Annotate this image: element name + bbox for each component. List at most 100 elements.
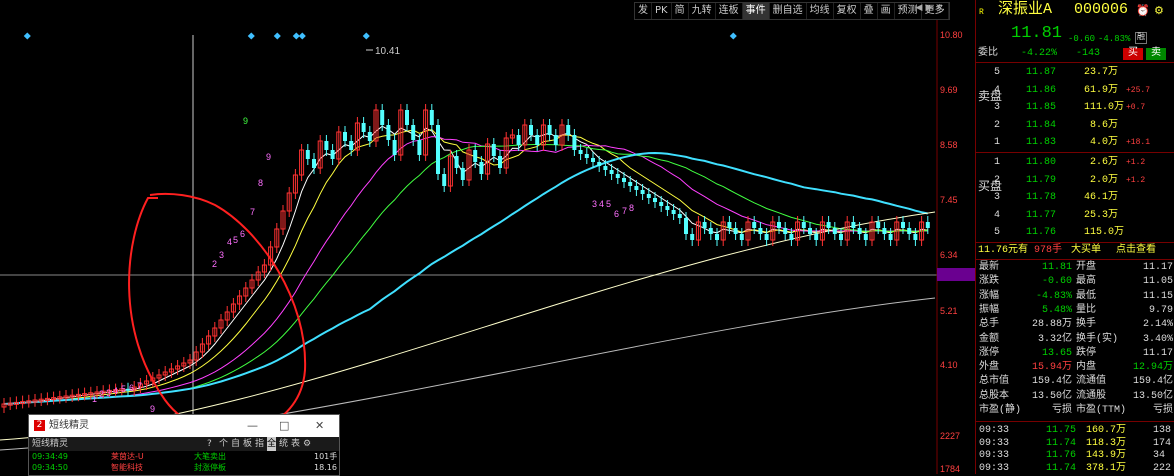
toolbar-item[interactable]: 叠 <box>861 3 878 19</box>
spirit-row[interactable]: 09:34:49 莱茵达-U 大笔卖出 101手 <box>29 451 339 462</box>
weicha-value: -143 <box>1076 48 1101 59</box>
toolbar-item[interactable]: PK <box>652 3 672 19</box>
close-icon[interactable]: ✕ <box>935 3 943 13</box>
sell-order-row[interactable]: 1 11.83 4.0万 +18.1 <box>976 136 1174 150</box>
toolbar-item[interactable]: 复权 <box>834 3 861 19</box>
candle-body <box>708 228 713 234</box>
settings-icon[interactable]: ⚙ <box>1154 5 1164 19</box>
toolbar-item[interactable]: 简 <box>672 3 689 19</box>
stat-row: 总市值 159.4亿 流通值 159.4亿 <box>976 375 1174 389</box>
price: 11.80 <box>1026 157 1057 168</box>
spirit-tab[interactable]: ⚙ <box>303 437 311 451</box>
event-marker[interactable] <box>298 32 306 40</box>
spirit-title: 短线精灵 <box>49 420 89 431</box>
candle-body <box>671 210 676 214</box>
candle-body <box>690 234 695 240</box>
toolbar-item[interactable]: 发 <box>635 3 652 19</box>
candle-body <box>888 234 893 240</box>
chevron-left-icon[interactable]: ◀ <box>915 3 923 13</box>
candle-body <box>324 141 329 150</box>
stat-label: 振幅 <box>979 304 999 316</box>
sell-button[interactable]: 卖 <box>1146 48 1166 60</box>
close-icon[interactable]: ✕ <box>315 415 324 437</box>
buy-button[interactable]: 买 <box>1123 48 1143 60</box>
big-buy-label: 大买单 <box>1071 245 1101 256</box>
buy-order-row[interactable]: 5 11.76 115.0万 <box>976 226 1174 240</box>
chevron-right-icon[interactable]: ▶ <box>925 3 933 13</box>
svg-text:10.41: 10.41 <box>375 46 400 57</box>
buy-order-row[interactable]: 2 11.79 2.0万 +1.2 <box>976 174 1174 188</box>
candle-body <box>343 132 347 141</box>
candle-body <box>715 234 719 240</box>
toolbar-item[interactable]: 均线 <box>807 3 834 19</box>
margin-tag: 融 <box>1135 32 1147 44</box>
sell-order-row[interactable]: 5 11.87 23.7万 <box>976 66 1174 80</box>
sell-order-row[interactable]: 3 11.85 111.0万 +0.7 <box>976 101 1174 115</box>
spirit-value: 101手 <box>314 452 338 461</box>
level: 5 <box>994 227 1001 238</box>
spirit-tab[interactable]: 统 <box>279 437 288 451</box>
toolbar-item[interactable]: 九转 <box>689 3 716 19</box>
spirit-tab[interactable]: 自 <box>231 437 240 451</box>
stat-value: 9.79 <box>1148 304 1173 316</box>
stat-value: 亏损 <box>1052 405 1072 416</box>
price: 11.77 <box>1026 209 1057 221</box>
volume-change: +25.7 <box>1126 85 1151 95</box>
td-count-label: 6 <box>129 383 134 393</box>
td-count-label: 9 <box>266 152 271 162</box>
candle-body <box>826 222 831 228</box>
event-marker[interactable] <box>273 32 281 40</box>
restore-icon[interactable]: □ <box>279 415 289 437</box>
event-marker[interactable] <box>247 32 255 40</box>
toolbar-item[interactable]: 画 <box>878 3 895 19</box>
minimize-icon[interactable]: — <box>247 415 258 437</box>
alarm-icon[interactable]: ⏰ <box>1136 5 1150 19</box>
toolbar-item[interactable]: 连板 <box>716 3 743 19</box>
spirit-tab[interactable]: 指 <box>255 437 264 451</box>
event-marker[interactable] <box>23 32 31 40</box>
stat-value: 13.50亿 <box>1031 390 1072 402</box>
stat-label: 最高 <box>1076 276 1096 288</box>
stat-value: 11.17 <box>1142 347 1173 359</box>
stat-label: 涨幅 <box>979 290 999 302</box>
big-buy-hands: 978手 <box>1034 245 1063 256</box>
candle-body <box>553 135 558 145</box>
buy-order-row[interactable]: 4 11.77 25.3万 <box>976 209 1174 223</box>
candle-body <box>925 222 930 228</box>
volume: 61.9万 <box>1084 84 1119 96</box>
event-marker[interactable] <box>362 32 370 40</box>
tick-volume: 378.1万 <box>1086 462 1127 474</box>
price: 11.87 <box>1026 67 1057 78</box>
toolbar-item[interactable]: 事件 <box>742 3 770 19</box>
sell-order-row[interactable]: 2 11.84 8.6万 <box>976 119 1174 133</box>
stat-label: 总市值 <box>979 376 1009 388</box>
td-count-label: 9 <box>243 116 248 126</box>
spirit-tab[interactable]: 板 <box>243 437 252 451</box>
price-axis-label: 9.69 <box>940 85 958 95</box>
candle-body <box>863 234 868 240</box>
kline-chart[interactable]: 1 2 3 4 5 6 79234 5678993 4 56 7 8 10.41 10.809.698… <box>0 0 975 474</box>
sell-order-row[interactable]: 4 11.86 61.9万 +25.7 <box>976 84 1174 98</box>
candle-body <box>535 135 540 145</box>
toolbar-item[interactable]: 删自选 <box>770 3 807 19</box>
r-badge: R <box>979 8 984 17</box>
spirit-tab[interactable]: 全 <box>267 437 277 451</box>
big-buy-link[interactable]: 点击查看 <box>1116 244 1156 258</box>
spirit-tab[interactable]: 个 <box>219 437 228 451</box>
spirit-row[interactable]: 09:34:50 智能科技 封涨停板 18.16 <box>29 462 339 473</box>
spirit-tab[interactable]: 表 <box>291 437 300 451</box>
volume-change: +18.1 <box>1126 138 1151 147</box>
buy-order-row[interactable]: 1 11.80 2.6万 +1.2 <box>976 156 1174 170</box>
candle-body <box>547 125 552 135</box>
volume: 25.3万 <box>1084 209 1119 221</box>
candle-body <box>386 125 391 140</box>
td-count-label: 7 <box>622 206 627 216</box>
level: 2 <box>994 119 1001 131</box>
candle-body <box>436 125 440 174</box>
buy-order-row[interactable]: 3 11.78 46.1万 <box>976 191 1174 205</box>
candle-body <box>801 222 806 228</box>
event-marker[interactable] <box>729 32 737 40</box>
event-markers <box>23 32 737 40</box>
stat-label: 涨跌 <box>979 276 999 288</box>
spirit-tab[interactable]: ? <box>207 437 212 451</box>
